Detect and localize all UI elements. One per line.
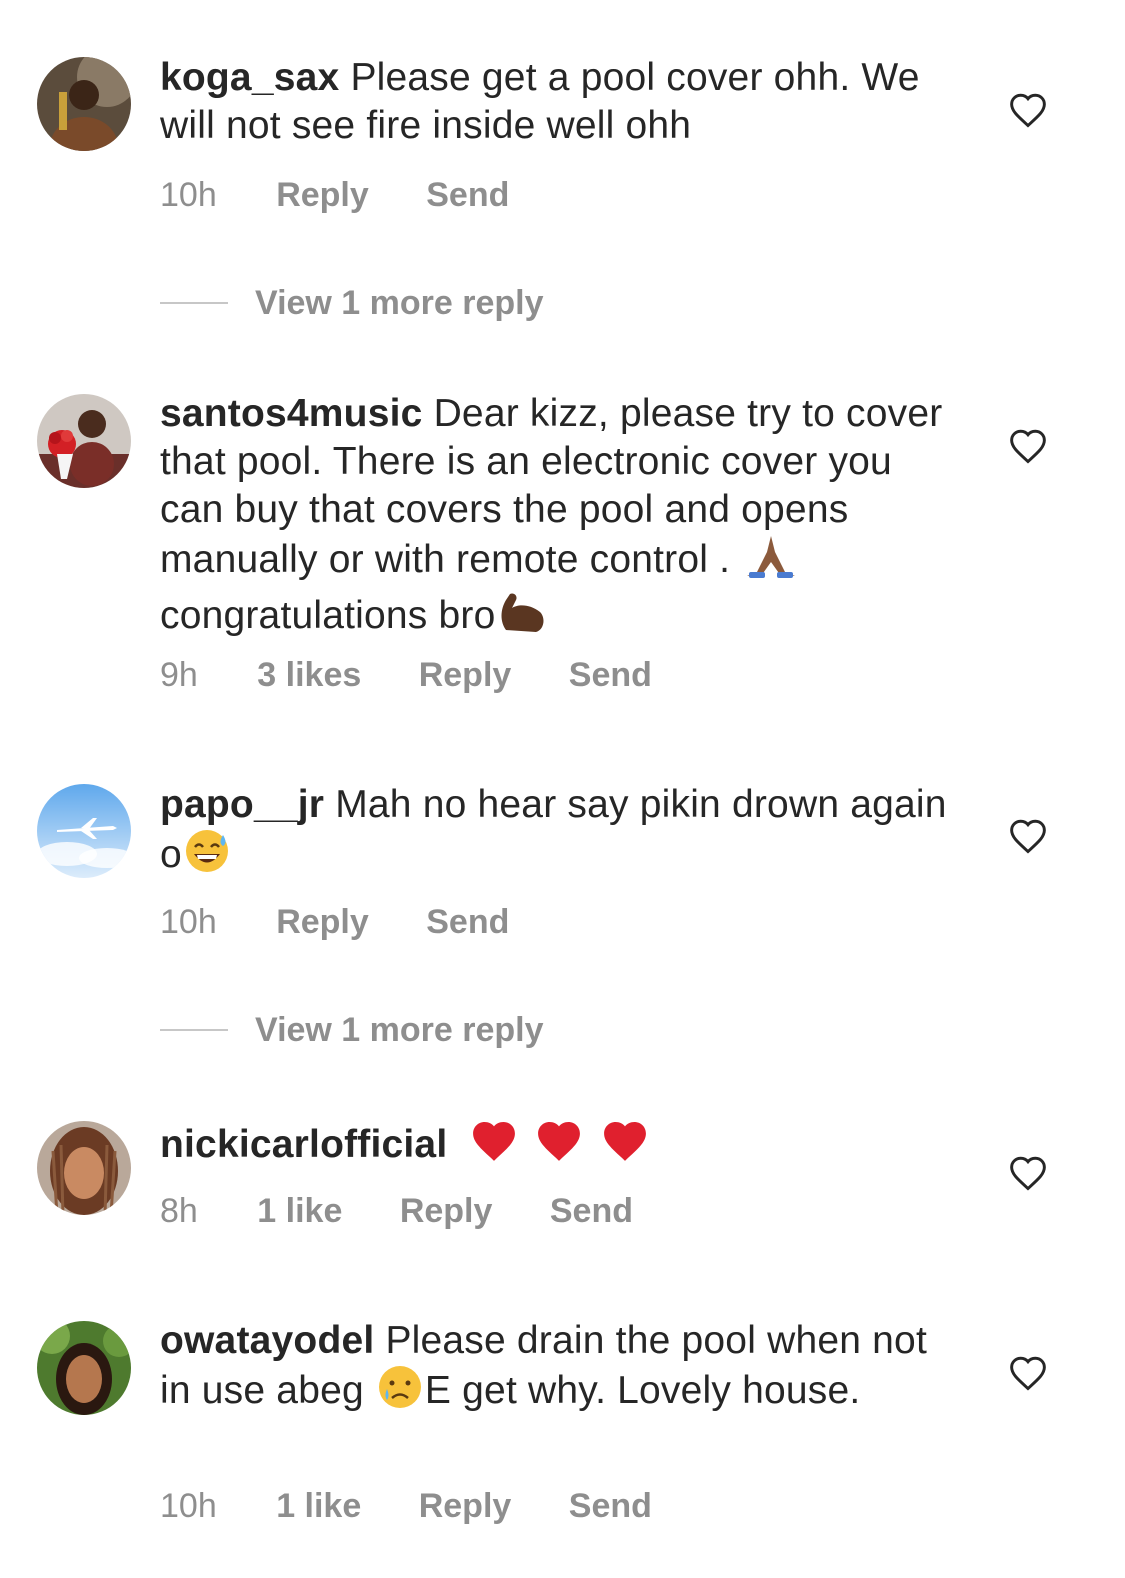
like-heart-icon[interactable] (1008, 428, 1048, 464)
send-button[interactable]: Send (426, 175, 509, 215)
avatar-image (37, 57, 131, 151)
avatar-image (37, 1321, 131, 1415)
comment-username[interactable]: papo__jr (160, 783, 324, 826)
avatar-image (37, 784, 131, 878)
view-more-label: View 1 more reply (255, 1010, 544, 1049)
red-heart-emoji (468, 1117, 520, 1175)
send-button[interactable]: Send (569, 655, 652, 695)
crying-face-emoji (375, 1365, 425, 1421)
avatar[interactable] (37, 394, 131, 488)
comment-body-continued: E get why. Lovely house. (424, 1369, 861, 1412)
comment-text: koga_sax Please get a pool cover ohh. We… (160, 54, 950, 150)
view-more-replies-button[interactable]: View 1 more reply (160, 1010, 544, 1050)
comment-meta: 10h Reply Send (160, 902, 557, 942)
likes-count[interactable]: 3 likes (257, 655, 361, 695)
avatar[interactable] (37, 784, 131, 878)
comment-text: nickicarlofficial (160, 1117, 950, 1175)
reply-button[interactable]: Reply (419, 655, 512, 695)
like-heart-icon[interactable] (1008, 1155, 1048, 1191)
comment-time: 9h (160, 656, 198, 694)
send-button[interactable]: Send (426, 902, 509, 942)
divider-line (160, 1029, 228, 1031)
like-heart-icon[interactable] (1008, 1355, 1048, 1391)
reply-button[interactable]: Reply (400, 1191, 493, 1231)
avatar-image (37, 1121, 131, 1215)
comment-meta: 9h 3 likes Reply Send (160, 655, 700, 695)
avatar[interactable] (37, 1321, 131, 1415)
view-more-label: View 1 more reply (255, 283, 544, 322)
comment-username[interactable]: nickicarlofficial (160, 1123, 447, 1166)
send-button[interactable]: Send (569, 1486, 652, 1526)
avatar[interactable] (37, 1121, 131, 1215)
comment-time: 8h (160, 1192, 198, 1230)
comment-text: papo__jr Mah no hear say pikin drown aga… (160, 781, 950, 885)
view-more-replies-button[interactable]: View 1 more reply (160, 283, 544, 323)
likes-count[interactable]: 1 like (276, 1486, 361, 1526)
comment-meta: 8h 1 like Reply Send (160, 1191, 681, 1231)
folded-hands-emoji (741, 534, 801, 590)
avatar[interactable] (37, 57, 131, 151)
avatar-image (37, 394, 131, 488)
comment-time: 10h (160, 1487, 217, 1525)
reply-button[interactable]: Reply (419, 1486, 512, 1526)
comment-body-continued: congratulations bro (160, 594, 496, 637)
red-heart-emoji (599, 1117, 651, 1175)
flexed-biceps-emoji (496, 590, 548, 646)
comment-text: owatayodel Please drain the pool when no… (160, 1317, 950, 1421)
red-heart-emoji (533, 1117, 585, 1175)
send-button[interactable]: Send (550, 1191, 633, 1231)
reply-button[interactable]: Reply (276, 902, 369, 942)
like-heart-icon[interactable] (1008, 818, 1048, 854)
comment-time: 10h (160, 903, 217, 941)
reply-button[interactable]: Reply (276, 175, 369, 215)
comment-meta: 10h 1 like Reply Send (160, 1486, 700, 1526)
comment-time: 10h (160, 176, 217, 214)
like-heart-icon[interactable] (1008, 92, 1048, 128)
grinning-sweat-emoji (182, 829, 232, 885)
comment-username[interactable]: owatayodel (160, 1319, 374, 1362)
comment-meta: 10h Reply Send (160, 175, 557, 215)
comment-username[interactable]: koga_sax (160, 56, 339, 99)
likes-count[interactable]: 1 like (257, 1191, 342, 1231)
divider-line (160, 302, 228, 304)
comment-username[interactable]: santos4music (160, 392, 423, 435)
comment-text: santos4music Dear kizz, please try to co… (160, 390, 950, 646)
